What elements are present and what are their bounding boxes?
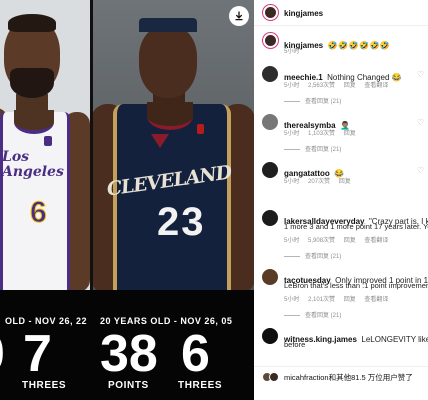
cavs-photo: CLEVELAND 23 xyxy=(91,0,254,290)
download-button[interactable] xyxy=(229,6,249,26)
lakers-hair xyxy=(8,14,56,32)
cavs-jersey-number: 23 xyxy=(157,200,206,244)
header-username[interactable]: kingjames xyxy=(284,9,323,18)
lakers-photo: Los Angeles 6 xyxy=(0,0,91,290)
comments-panel: kingjames kingjames 🤣🤣🤣🤣🤣🤣 5小时 meechie.1… xyxy=(254,0,428,400)
reply-button[interactable]: 回复 xyxy=(339,179,351,185)
comment-text: LeLONGEVITY like we've ne xyxy=(361,335,428,344)
comment-text: LeBron that's less than .1 point improve… xyxy=(284,281,428,290)
left-threes-value: 7 xyxy=(23,325,52,383)
avatar[interactable] xyxy=(262,328,278,344)
reply-button[interactable]: 回复 xyxy=(344,131,356,137)
lakers-neckline xyxy=(14,110,54,134)
download-icon xyxy=(235,11,243,21)
avatar[interactable] xyxy=(262,269,278,285)
comment-meta: 5小时 1,103次赞 回复 xyxy=(284,128,363,137)
reply-button[interactable]: 回复 xyxy=(344,297,356,303)
comment-likes[interactable]: 5,908次赞 xyxy=(308,238,335,244)
heart-icon[interactable]: ♡ xyxy=(417,118,424,127)
cavs-neckline xyxy=(147,102,193,130)
comment-likes[interactable]: 2,101次赞 xyxy=(308,297,335,303)
right-threes-label: THREES xyxy=(178,380,223,391)
right-points-value: 38 xyxy=(100,325,158,383)
post-image[interactable]: Los Angeles 6 CLEVELAND 23 OLD - NOV 26,… xyxy=(0,0,254,400)
avatar[interactable] xyxy=(262,4,279,21)
comment-meta: 5小时 5,908次赞 回复 查看翻译 xyxy=(284,235,395,244)
left-points-value: 0 xyxy=(0,328,5,380)
comment-likes[interactable]: 207次赞 xyxy=(308,179,330,185)
comment-meta: 5小时 2,101次赞 回复 查看翻译 xyxy=(284,294,395,303)
view-replies-button[interactable]: 查看回复 (21) xyxy=(284,310,341,319)
lakers-beard xyxy=(10,68,54,98)
list-item: witness.king.james LeLONGEVITY like we'v… xyxy=(284,329,428,347)
lakers-jersey-number: 6 xyxy=(30,196,48,230)
translate-button[interactable]: 查看翻译 xyxy=(364,238,388,244)
comment-time: 5小时 xyxy=(284,297,300,303)
comment-likes[interactable]: 2,563次赞 xyxy=(308,83,335,89)
left-threes-label: THREES xyxy=(22,380,67,391)
comment-text: before xyxy=(284,340,306,349)
cavs-head xyxy=(139,26,197,98)
avatar[interactable] xyxy=(262,32,279,49)
comment-text: 1 more 3 and 1 more point 17 years later… xyxy=(284,222,428,231)
view-replies-button[interactable]: 查看回复 (21) xyxy=(284,251,341,260)
view-replies-button[interactable]: 查看回复 (21) xyxy=(284,96,341,105)
avatar[interactable] xyxy=(262,114,278,130)
post-header: kingjames xyxy=(254,0,428,26)
reply-button[interactable]: 回复 xyxy=(344,83,356,89)
right-threes-value: 6 xyxy=(181,325,210,383)
comment-meta: 5小时 2,563次赞 回复 查看翻译 xyxy=(284,80,395,89)
caption-meta: 5小时 xyxy=(284,46,306,55)
heart-icon[interactable]: ♡ xyxy=(417,70,424,79)
avatar[interactable] xyxy=(262,210,278,226)
avatar[interactable] xyxy=(262,66,278,82)
panel-divider xyxy=(90,0,93,290)
right-points-label: POINTS xyxy=(108,380,149,391)
comment-time: 5小时 xyxy=(284,131,300,137)
translate-button[interactable]: 查看翻译 xyxy=(364,83,388,89)
translate-button[interactable]: 查看翻译 xyxy=(364,297,388,303)
view-replies-button[interactable]: 查看回复 (21) xyxy=(284,144,341,153)
heart-icon[interactable]: ♡ xyxy=(417,166,424,175)
liked-by-text[interactable]: micahfraction和其他81.5 万位用户赞了 xyxy=(284,372,413,383)
likes-footer: micahfraction和其他81.5 万位用户赞了 xyxy=(254,366,428,400)
caption-time: 5小时 xyxy=(284,49,300,55)
avatar[interactable] xyxy=(269,372,279,382)
cavs-patch xyxy=(197,124,204,134)
avatar[interactable] xyxy=(262,162,278,178)
cavs-headband xyxy=(139,18,197,32)
comment-likes[interactable]: 1,103次赞 xyxy=(308,131,335,137)
lakers-patch xyxy=(44,136,52,146)
comment-meta: 5小时 207次赞 回复 xyxy=(284,176,358,185)
comment-time: 5小时 xyxy=(284,83,300,89)
comment-time: 5小时 xyxy=(284,179,300,185)
comment-time: 5小时 xyxy=(284,238,300,244)
caption-text: 🤣🤣🤣🤣🤣🤣 xyxy=(327,41,391,50)
lakers-jersey-city: Los Angeles xyxy=(2,149,64,180)
reply-button[interactable]: 回复 xyxy=(344,238,356,244)
